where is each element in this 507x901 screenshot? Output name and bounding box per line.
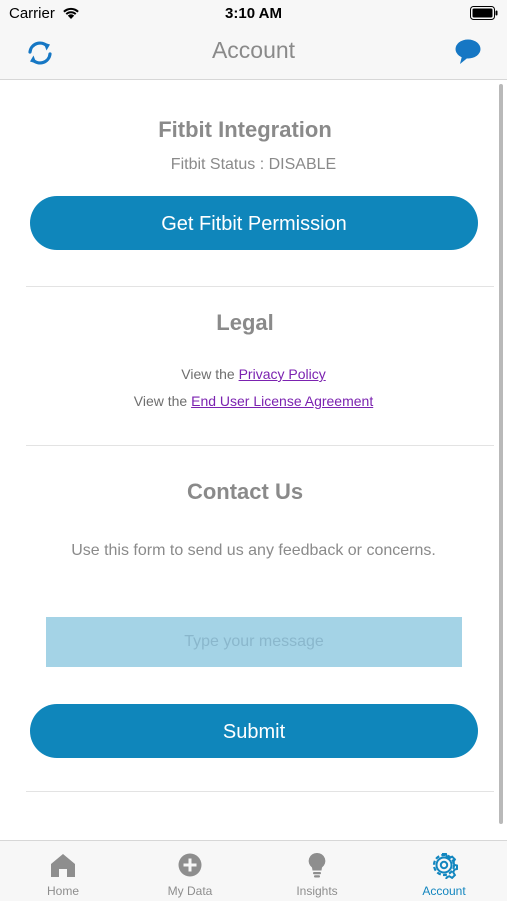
clock: 3:10 AM bbox=[225, 5, 282, 22]
submit-button[interactable]: Submit bbox=[30, 704, 478, 758]
get-fitbit-permission-button[interactable]: Get Fitbit Permission bbox=[30, 196, 478, 250]
add-circle-icon bbox=[178, 853, 202, 877]
section-divider bbox=[26, 445, 494, 446]
contact-description: Use this form to send us any feedback or… bbox=[71, 542, 436, 559]
home-icon bbox=[51, 854, 75, 877]
tab-home-label: Home bbox=[46, 884, 79, 898]
tab-my-data-label: My Data bbox=[167, 884, 213, 898]
privacy-policy-link[interactable]: Privacy Policy bbox=[239, 366, 326, 382]
tab-my-data[interactable]: My Data bbox=[127, 841, 253, 901]
gear-icon bbox=[432, 853, 458, 879]
eula-prefix: View the bbox=[133, 393, 192, 409]
legal-section-title: Legal bbox=[216, 310, 274, 335]
lightbulb-icon bbox=[308, 852, 326, 878]
privacy-policy-line: View the Privacy Policy bbox=[0, 366, 507, 382]
tab-account-label: Account bbox=[422, 884, 466, 898]
tab-home[interactable]: Home bbox=[0, 841, 126, 901]
tab-account[interactable]: Account bbox=[381, 841, 507, 901]
tab-bar: Home My Data Insights Account bbox=[0, 840, 507, 901]
eula-link[interactable]: End User License Agreement bbox=[191, 393, 373, 409]
contact-section-title: Contact Us bbox=[186, 479, 304, 504]
section-divider bbox=[26, 286, 494, 287]
message-input[interactable] bbox=[46, 617, 462, 667]
chat-button[interactable] bbox=[453, 37, 483, 67]
page-title: Account bbox=[211, 37, 296, 63]
privacy-policy-prefix: View the bbox=[181, 366, 239, 382]
chat-bubble-icon bbox=[455, 39, 481, 64]
tab-insights-label: Insights bbox=[296, 884, 338, 898]
fitbit-status: Fitbit Status : DISABLE bbox=[170, 156, 337, 173]
scroll-indicator[interactable] bbox=[499, 84, 503, 824]
tab-insights[interactable]: Insights bbox=[254, 841, 380, 901]
fitbit-section-title: Fitbit Integration bbox=[158, 117, 332, 142]
status-bar: Carrier 3:10 AM bbox=[0, 0, 507, 28]
battery-icon bbox=[470, 6, 498, 20]
section-divider bbox=[26, 791, 494, 792]
nav-bar: Account bbox=[0, 28, 507, 80]
eula-line: View the End User License Agreement bbox=[0, 393, 507, 409]
